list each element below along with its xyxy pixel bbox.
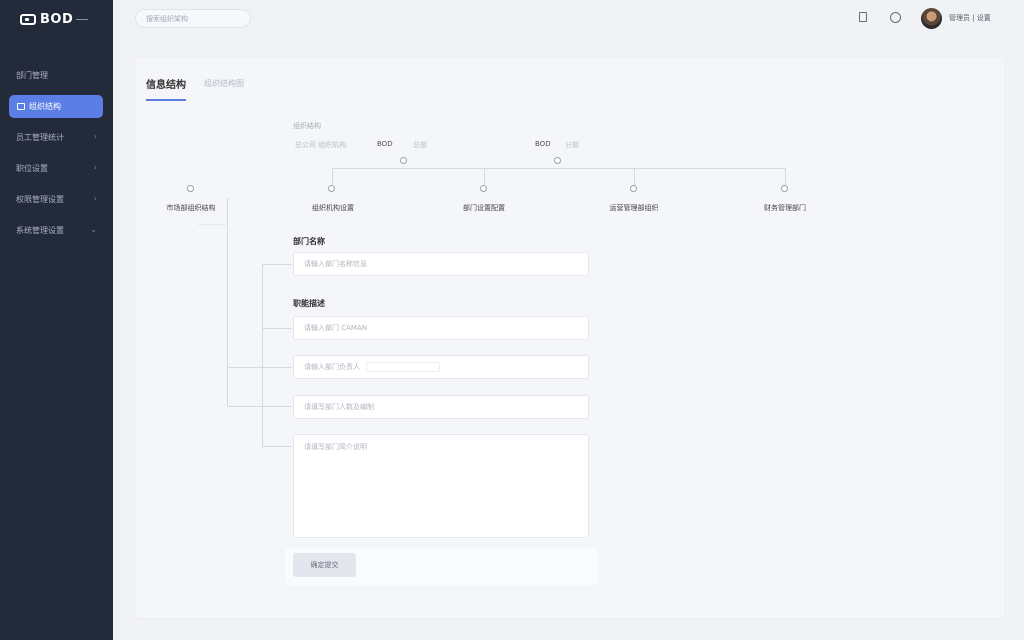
document-icon[interactable]: [859, 12, 867, 22]
tree-connector: [484, 168, 485, 186]
tab-info-structure[interactable]: 信息结构: [146, 76, 186, 101]
brand[interactable]: BOD: [20, 12, 89, 27]
input-placeholder: 请输入部门负责人: [304, 363, 360, 371]
tree-node[interactable]: [328, 185, 335, 192]
sidebar: BOD 部门管理 组织结构 员工管理统计 › 职位设置 › 权限管理设置 › 系…: [0, 0, 113, 640]
sidebar-item-label: 职位设置: [16, 164, 48, 173]
folder-icon: [17, 103, 25, 110]
tree-node[interactable]: [630, 185, 637, 192]
tree-connector: [332, 168, 333, 186]
brand-name: BOD: [40, 12, 74, 27]
tree-header: 组织结构: [293, 122, 321, 130]
tree-root-label[interactable]: 市场部组织结构: [167, 203, 216, 213]
tree-connector: [332, 168, 785, 169]
tree-connector: [262, 264, 263, 448]
department-code-input[interactable]: 请输入部门 CAMAN: [293, 316, 589, 340]
sidebar-item-departments[interactable]: 部门管理: [0, 60, 113, 91]
tab-bar: 信息结构 组织结构图: [146, 76, 262, 101]
sidebar-item-label: 部门管理: [16, 71, 48, 80]
smiley-icon[interactable]: [890, 12, 901, 23]
tree-connector: [262, 328, 292, 329]
department-name-input[interactable]: 请输入部门名称信息: [293, 252, 589, 276]
department-head-input[interactable]: 请输入部门负责人: [293, 355, 589, 379]
sidebar-item-permissions[interactable]: 权限管理设置 ›: [0, 184, 113, 215]
logo-icon: [20, 14, 36, 25]
function-description-label: 职能描述: [293, 299, 325, 308]
avatar[interactable]: [921, 8, 942, 29]
content-card: 信息结构 组织结构图 组织结构 总公司 组织机构 BOD 总部 BOD 分部 市…: [135, 58, 1004, 618]
chevron-right-icon: ›: [93, 163, 97, 172]
tree-node[interactable]: [554, 157, 561, 164]
tree-connector: [262, 264, 292, 265]
sidebar-nav: 部门管理 组织结构 员工管理统计 › 职位设置 › 权限管理设置 › 系统管理设…: [0, 60, 113, 246]
sidebar-item-label: 权限管理设置: [16, 195, 64, 204]
sidebar-item-employees[interactable]: 员工管理统计 ›: [0, 122, 113, 153]
department-name-label: 部门名称: [293, 237, 325, 246]
tree-top-left: 总公司 组织机构: [295, 141, 347, 149]
tree-mid-a-sub: 总部: [413, 141, 427, 149]
submit-button[interactable]: 确定提交: [293, 553, 356, 577]
tab-org-chart[interactable]: 组织结构图: [204, 78, 244, 101]
sidebar-item-label: 系统管理设置: [16, 226, 64, 235]
department-intro-textarea[interactable]: 请填写部门简介说明: [293, 434, 589, 538]
inline-select[interactable]: [366, 362, 440, 372]
tree-connector: [227, 406, 292, 407]
tree-mid-a: BOD: [377, 140, 393, 148]
tree-connector: [227, 198, 228, 406]
tree-branch-label[interactable]: 运营管理部组织: [610, 203, 659, 213]
tree-node[interactable]: [187, 185, 194, 192]
tree-node[interactable]: [781, 185, 788, 192]
tree-node[interactable]: [400, 157, 407, 164]
tree-branch-label[interactable]: 财务管理部门: [764, 203, 806, 213]
user-menu[interactable]: 管理员 | 设置: [949, 13, 991, 23]
topbar: 搜索组织架构 管理员 | 设置: [113, 0, 1024, 38]
tree-connector: [262, 446, 292, 447]
tree-connector: [227, 367, 292, 368]
chevron-down-icon: ⌄: [90, 225, 97, 234]
tree-node[interactable]: [480, 185, 487, 192]
sidebar-item-system[interactable]: 系统管理设置 ⌄: [0, 215, 113, 246]
tree-branch-label[interactable]: 组织机构设置: [312, 203, 354, 213]
chevron-right-icon: ›: [93, 194, 97, 203]
tree-branch-label[interactable]: 部门设置配置: [463, 203, 505, 213]
tree-mid-b: BOD: [535, 140, 551, 148]
sidebar-item-org-structure[interactable]: 组织结构: [9, 95, 103, 118]
tree-connector: [198, 224, 226, 225]
sidebar-item-label: 组织结构: [29, 102, 61, 111]
tree-connector: [634, 168, 635, 186]
headcount-input[interactable]: 请填写部门人数及编制: [293, 395, 589, 419]
brand-divider: [76, 19, 89, 20]
search-input[interactable]: 搜索组织架构: [135, 9, 251, 28]
sidebar-item-label: 员工管理统计: [16, 133, 64, 142]
tree-connector: [785, 168, 786, 186]
sidebar-item-positions[interactable]: 职位设置 ›: [0, 153, 113, 184]
tree-mid-b-sub: 分部: [565, 141, 579, 149]
chevron-right-icon: ›: [93, 132, 97, 141]
